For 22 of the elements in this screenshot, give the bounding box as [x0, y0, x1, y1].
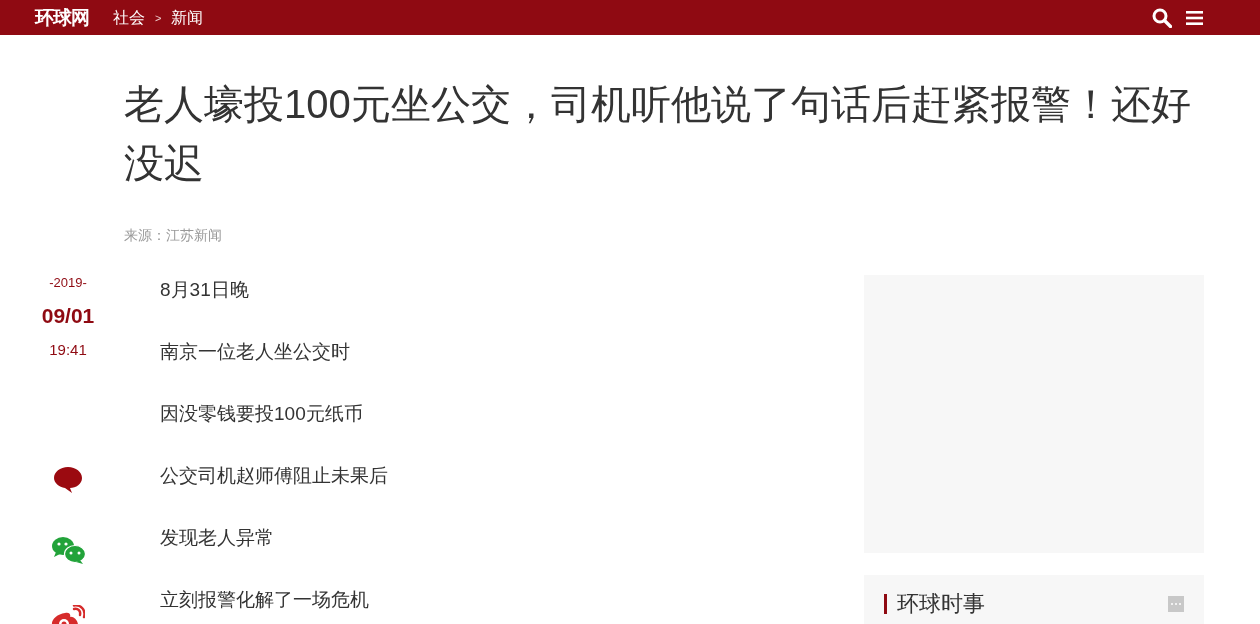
speech-bubble-icon[interactable]: [53, 466, 83, 494]
article-paragraph: 公交司机赵师傅阻止未果后: [160, 464, 388, 488]
weibo-icon[interactable]: [51, 605, 85, 624]
article-paragraph: 发现老人异常: [160, 526, 274, 550]
publish-year: -2019-: [49, 274, 87, 292]
article-paragraph: 南京一位老人坐公交时: [160, 340, 350, 364]
breadcrumb-link[interactable]: 社会: [113, 6, 145, 29]
breadcrumb-link[interactable]: 新闻: [171, 6, 204, 29]
menu-icon[interactable]: [1186, 9, 1203, 26]
search-icon[interactable]: [1152, 7, 1172, 28]
panel-title: 环球时事: [897, 590, 985, 618]
article-paragraph: 8月31日晚: [160, 278, 249, 302]
publish-time: 19:41: [49, 340, 87, 360]
accent-bar: [884, 594, 887, 614]
publish-date: 09/01: [41, 303, 95, 329]
article-source: 来源：江苏新闻: [124, 226, 222, 245]
site-logo[interactable]: 环球网: [35, 5, 89, 30]
breadcrumb-separator: >: [155, 10, 162, 26]
wechat-icon[interactable]: [50, 536, 86, 564]
article-paragraph: 立刻报警化解了一场危机: [160, 588, 369, 612]
article-paragraph: 因没零钱要投100元纸币: [160, 402, 363, 426]
article-title: 老人壕投100元坐公交，司机听他说了句话后赶紧报警！还好没迟: [124, 81, 1192, 187]
